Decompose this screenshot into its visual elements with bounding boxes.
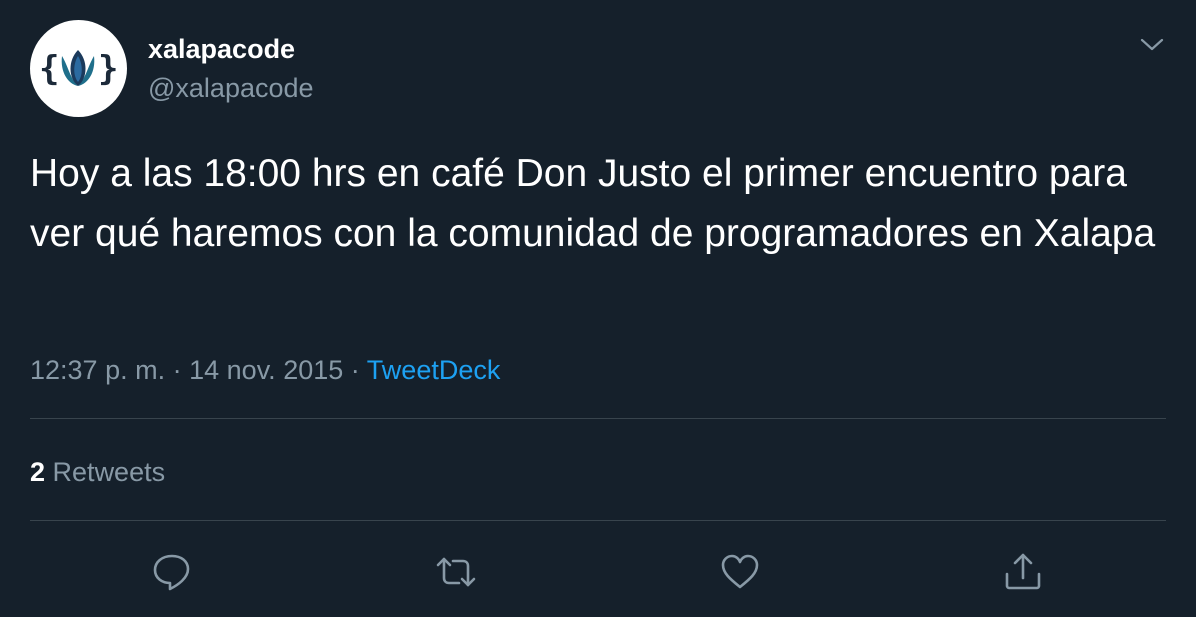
svg-text:}: } bbox=[98, 49, 118, 89]
retweets-count: 2 bbox=[30, 457, 46, 487]
divider bbox=[30, 520, 1166, 521]
like-button[interactable] bbox=[718, 550, 762, 594]
retweets-label: Retweets bbox=[52, 457, 166, 487]
reply-button[interactable] bbox=[150, 550, 194, 594]
svg-text:{: { bbox=[39, 49, 59, 89]
retweet-icon bbox=[436, 557, 476, 587]
retweets-stat[interactable]: 2 Retweets bbox=[30, 454, 165, 490]
tweet-card: { } xalapacode @xalapacode Hoy a las 18:… bbox=[0, 0, 1196, 617]
meta-separator: · bbox=[172, 355, 182, 385]
retweet-button[interactable] bbox=[434, 550, 478, 594]
heart-icon bbox=[721, 554, 759, 589]
tweet-source-link[interactable]: TweetDeck bbox=[367, 355, 501, 385]
chevron-down-icon[interactable] bbox=[1136, 30, 1168, 58]
tweet-time[interactable]: 12:37 p. m. bbox=[30, 355, 165, 385]
xalapacode-logo: { } bbox=[39, 49, 118, 89]
share-button[interactable] bbox=[1001, 550, 1045, 594]
avatar[interactable]: { } bbox=[30, 20, 127, 117]
share-icon bbox=[1005, 553, 1041, 590]
user-handle[interactable]: @xalapacode bbox=[148, 72, 314, 104]
tweet-date[interactable]: 14 nov. 2015 bbox=[189, 355, 343, 385]
meta-separator: · bbox=[350, 355, 360, 385]
tweet-metadata: 12:37 p. m. · 14 nov. 2015 · TweetDeck bbox=[30, 352, 500, 388]
divider bbox=[30, 418, 1166, 419]
reply-icon bbox=[153, 554, 190, 591]
tweet-text: Hoy a las 18:00 hrs en café Don Justo el… bbox=[30, 152, 1156, 255]
display-name[interactable]: xalapacode bbox=[148, 33, 295, 65]
